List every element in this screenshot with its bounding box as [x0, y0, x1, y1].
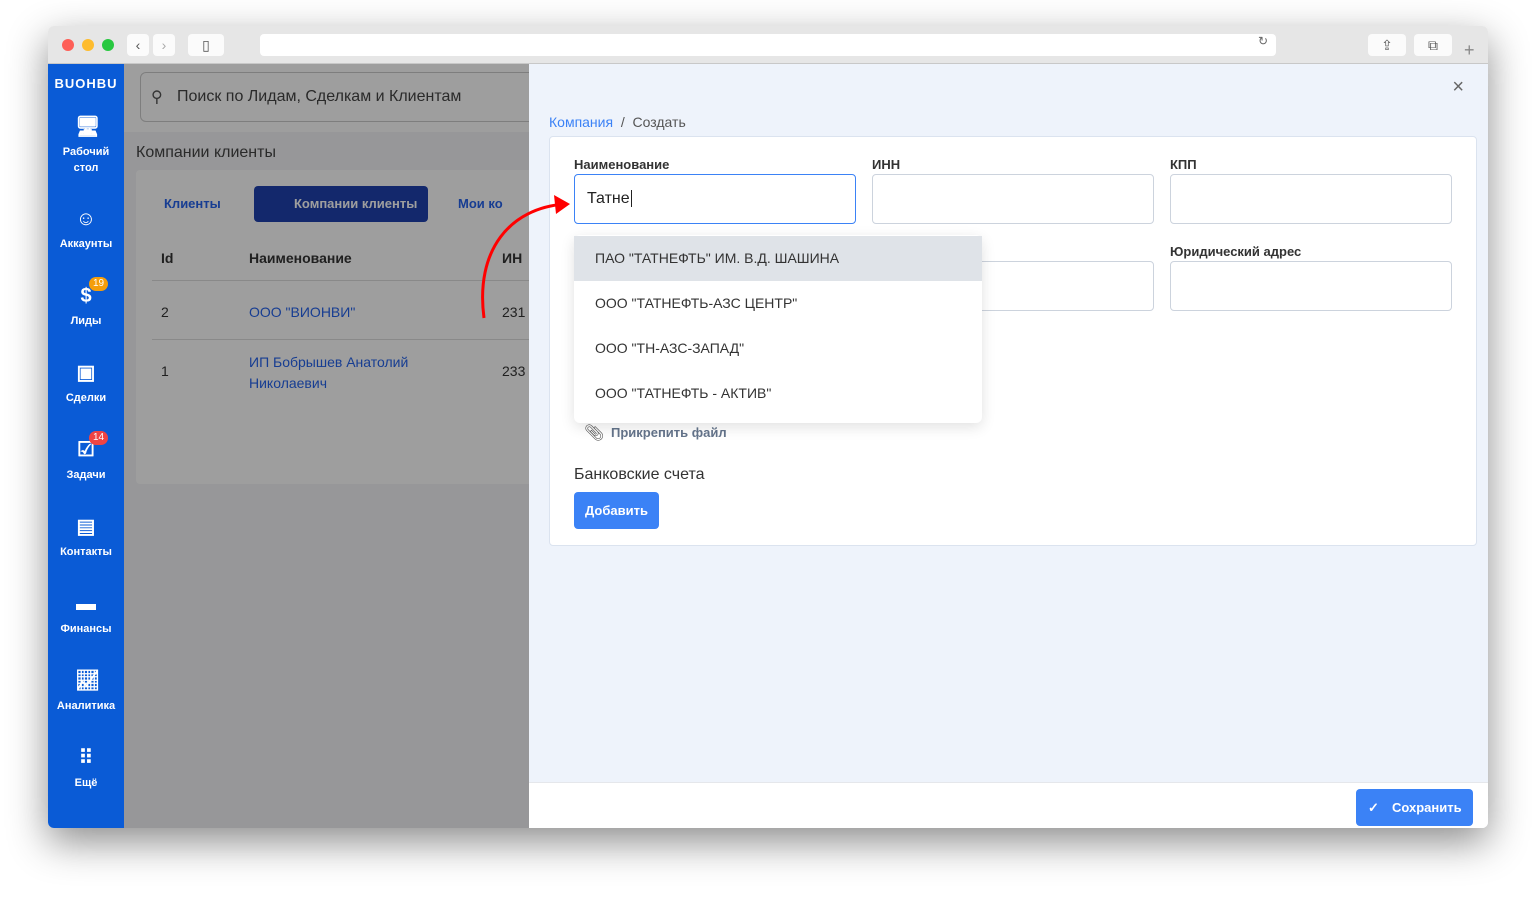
- name-value: Татне: [587, 190, 630, 207]
- sidebar-item-desktop[interactable]: 🖥︎ Рабочий стол: [48, 116, 124, 176]
- sidebar-item-tasks[interactable]: ☑ 14 Задачи: [48, 431, 124, 483]
- add-bank-account-button[interactable]: Добавить: [574, 492, 659, 529]
- logo: BUOHBU: [54, 76, 118, 91]
- sidebar-label: Сделки: [65, 392, 107, 404]
- bank-accounts-title: Банковские счета: [574, 466, 705, 483]
- cell-id: 2: [161, 304, 169, 320]
- page-title: Компании клиенты: [136, 144, 276, 161]
- sidebar-label: Лиды: [70, 315, 102, 327]
- row-link[interactable]: ИП Бобрышев Анатолий Николаевич: [249, 352, 449, 394]
- share-icon[interactable]: ⇪: [1368, 34, 1406, 56]
- money-icon: $19: [75, 277, 109, 307]
- tabs-icon[interactable]: ⧉: [1414, 34, 1452, 56]
- sidebar-item-contacts[interactable]: ▤ Контакты: [48, 516, 124, 560]
- sidebar-item-accounts[interactable]: ☺ Аккаунты: [48, 208, 124, 252]
- suggestion-item[interactable]: ООО "ТАТНЕФТЬ - АКТИВ": [574, 371, 982, 416]
- suggestions-dropdown: ПАО "ТАТНЕФТЬ" ИМ. В.Д. ШАШИНА ООО "ТАТН…: [574, 235, 982, 423]
- breadcrumb-company[interactable]: Компания: [549, 114, 613, 130]
- sidebar-label: Задачи: [66, 469, 106, 481]
- top-bar: ⚲ Поиск по Лидам, Сделкам и Клиентам: [124, 64, 529, 132]
- column-name[interactable]: Наименование: [249, 250, 352, 266]
- breadcrumb: Компания / Создать: [549, 114, 686, 130]
- browser-toolbar: ‹ › ▯ ↻ ⇪ ⧉ +: [48, 26, 1488, 64]
- annotation-arrow: [481, 195, 570, 319]
- search-icon: ⚲: [151, 89, 163, 106]
- contacts-icon: ▤: [76, 516, 96, 538]
- sidebar-toggle-icon[interactable]: ▯: [188, 34, 224, 56]
- form-card: Наименование Татне ИНН КПП Юридический а…: [549, 136, 1477, 546]
- new-tab-icon[interactable]: +: [1464, 40, 1475, 61]
- name-input[interactable]: Татне: [574, 174, 856, 224]
- tab-client-companies[interactable]: Компании клиенты: [254, 186, 428, 222]
- sidebar-label: Финансы: [60, 623, 112, 635]
- leads-badge: 19: [89, 277, 109, 291]
- kpp-input[interactable]: [1170, 174, 1452, 224]
- forward-icon[interactable]: ›: [153, 34, 175, 56]
- cell-inn: 233: [502, 363, 526, 379]
- sidebar: BUOHBU 🖥︎ Рабочий стол ☺ Аккаунты $19 Лиды …: [48, 64, 124, 828]
- maximize-window-button[interactable]: [102, 39, 114, 51]
- sidebar-item-analytics[interactable]: 📈︎ Аналитика: [48, 670, 124, 714]
- main-content: ⚲ Поиск по Лидам, Сделкам и Клиентам Ком…: [124, 64, 529, 828]
- address-label: Юридический адрес: [1170, 244, 1302, 259]
- cell-id: 1: [161, 363, 169, 379]
- check-icon: ✓: [1368, 800, 1379, 815]
- sidebar-label: Контакты: [60, 546, 112, 558]
- chart-icon: 📈︎: [75, 670, 101, 692]
- inn-input[interactable]: [872, 174, 1154, 224]
- panel-footer: ✓ Сохранить: [529, 782, 1488, 828]
- suggestion-item[interactable]: ПАО "ТАТНЕФТЬ" ИМ. В.Д. ШАШИНА: [574, 236, 982, 281]
- inn-label: ИНН: [872, 157, 901, 172]
- wallet-icon: ▬: [76, 593, 96, 615]
- back-icon[interactable]: ‹: [127, 34, 149, 56]
- address-bar[interactable]: ↻: [260, 34, 1276, 56]
- kpp-label: КПП: [1170, 157, 1197, 172]
- sidebar-item-more[interactable]: ⠿ Ещё: [48, 747, 124, 791]
- sidebar-label: Аналитика: [56, 700, 116, 712]
- reload-icon[interactable]: ↻: [1258, 34, 1268, 48]
- attach-file-link[interactable]: Прикрепить файл: [611, 425, 727, 440]
- save-button[interactable]: ✓ Сохранить: [1356, 789, 1473, 826]
- divider: [152, 339, 529, 340]
- sidebar-label: Рабочий стол: [62, 146, 110, 174]
- smile-icon: ☺: [75, 208, 97, 230]
- browser-window: ‹ › ▯ ↻ ⇪ ⧉ + BUOHBU 🖥︎ Рабочий стол ☺ Акк…: [48, 26, 1488, 828]
- tab-clients[interactable]: Клиенты: [164, 196, 221, 211]
- sidebar-label: Ещё: [74, 777, 98, 789]
- text-cursor: [630, 190, 632, 207]
- monitor-icon: 🖥︎: [75, 116, 101, 138]
- close-window-button[interactable]: [62, 39, 74, 51]
- suggestion-item[interactable]: ООО "ТАТНЕФТЬ-АЗС ЦЕНТР": [574, 281, 982, 326]
- address-input[interactable]: [1170, 261, 1452, 311]
- sidebar-label: Аккаунты: [59, 238, 113, 250]
- search-input[interactable]: Поиск по Лидам, Сделкам и Клиентам: [177, 88, 461, 106]
- name-label: Наименование: [574, 157, 670, 172]
- breadcrumb-create: Создать: [632, 114, 686, 130]
- close-icon[interactable]: ×: [1452, 76, 1464, 99]
- column-id[interactable]: Id: [161, 250, 173, 266]
- task-icon: ☑ 14: [75, 431, 109, 461]
- sidebar-item-leads[interactable]: $19 Лиды: [48, 277, 124, 329]
- paperclip-icon: 📎︎: [584, 425, 605, 442]
- row-link[interactable]: ООО "ВИОНВИ": [249, 304, 355, 320]
- more-icon: ⠿: [78, 747, 94, 769]
- suggestion-item[interactable]: ООО "ТН-АЗС-ЗАПАД": [574, 326, 982, 371]
- briefcase-icon: ▣: [76, 362, 96, 384]
- sidebar-item-deals[interactable]: ▣ Сделки: [48, 362, 124, 406]
- global-search[interactable]: ⚲ Поиск по Лидам, Сделкам и Клиентам: [140, 72, 529, 122]
- minimize-window-button[interactable]: [82, 39, 94, 51]
- sidebar-item-finance[interactable]: ▬ Финансы: [48, 593, 124, 637]
- tasks-badge: 14: [89, 431, 109, 445]
- save-label: Сохранить: [1392, 800, 1462, 815]
- create-company-panel: × Компания / Создать Наименование Татне …: [529, 64, 1488, 828]
